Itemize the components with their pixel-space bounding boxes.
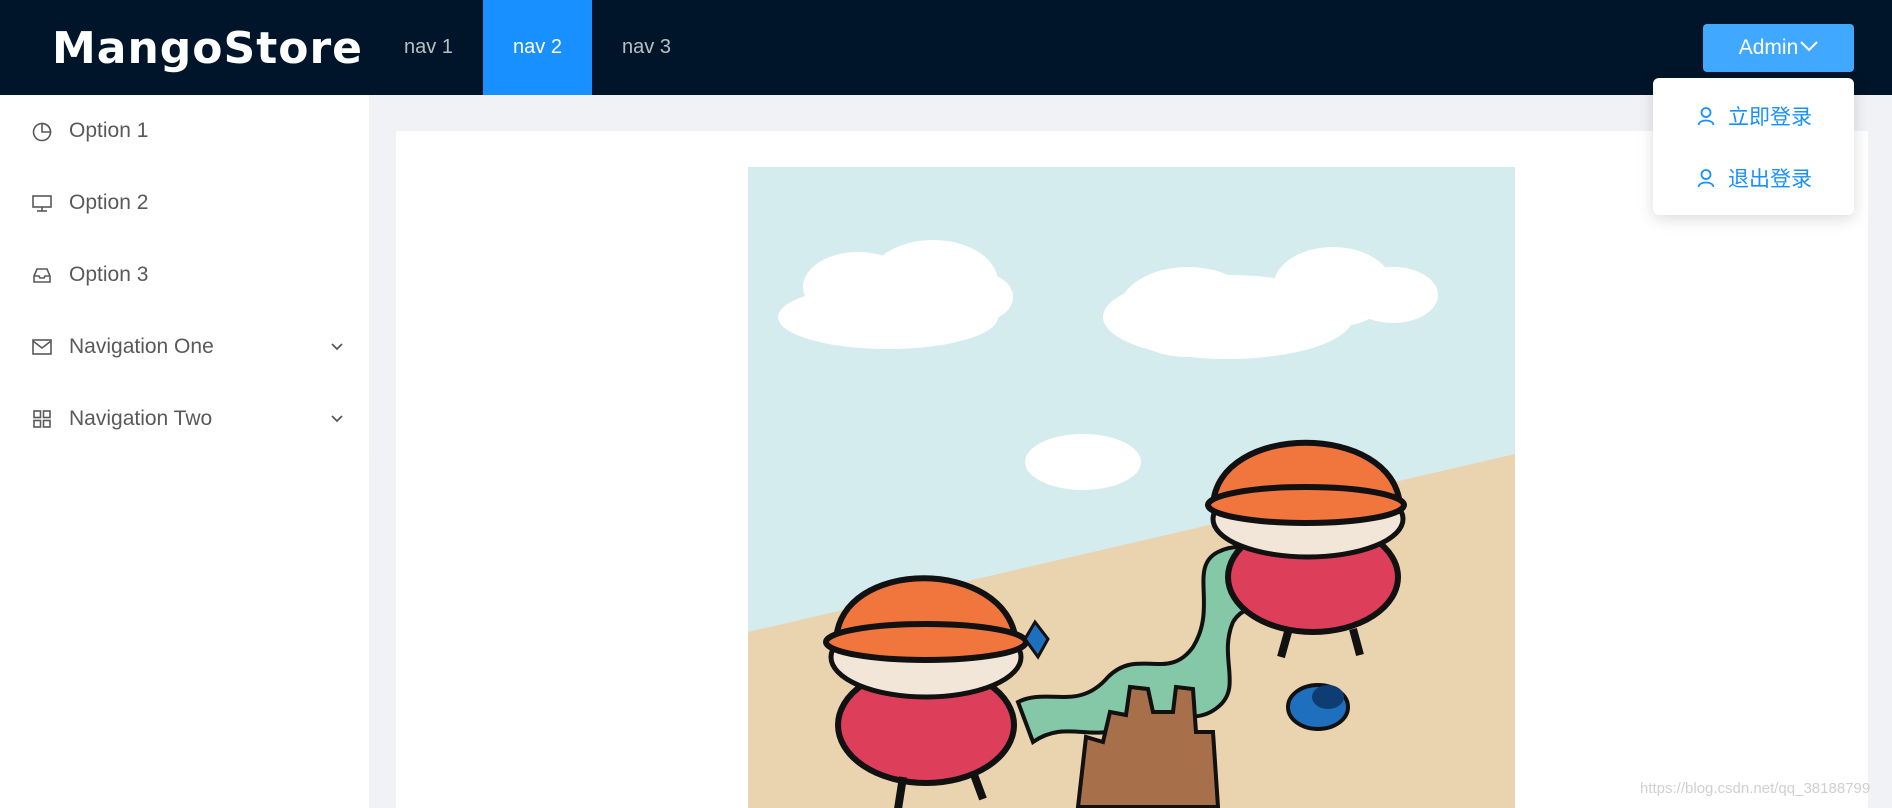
watermark: https://blog.csdn.net/qq_38188799 (1640, 780, 1871, 797)
mail-icon (31, 336, 53, 358)
user-dropdown-menu: 立即登录 退出登录 (1653, 78, 1854, 215)
sidebar: Option 1 Option 2 Option 3 Navigation On… (0, 95, 369, 808)
nav-item-2[interactable]: nav 2 (483, 0, 592, 95)
chevron-down-icon (328, 410, 346, 428)
sidebar-item-label: Option 2 (69, 191, 149, 214)
pie-chart-icon (31, 120, 53, 142)
sidebar-item-label: Option 1 (69, 119, 149, 142)
admin-button[interactable]: Admin (1703, 24, 1854, 72)
inbox-icon (31, 264, 53, 286)
user-icon (1695, 167, 1717, 189)
dropdown-item-label: 退出登录 (1728, 167, 1812, 191)
admin-button-label: Admin (1738, 36, 1799, 59)
dropdown-item-logout[interactable]: 退出登录 (1653, 153, 1854, 203)
dropdown-item-label: 立即登录 (1728, 105, 1812, 129)
user-icon (1695, 105, 1717, 127)
sidebar-item-label: Navigation Two (69, 407, 213, 430)
top-nav: nav 1 nav 2 nav 3 (374, 0, 701, 95)
top-header: MangoStore nav 1 nav 2 nav 3 Admin (0, 0, 1892, 95)
appstore-icon (31, 408, 53, 430)
desktop-icon (31, 192, 53, 214)
sidebar-item-option-1[interactable]: Option 1 (0, 95, 369, 167)
sidebar-item-option-3[interactable]: Option 3 (0, 239, 369, 311)
sidebar-item-label: Option 3 (69, 263, 149, 286)
sidebar-item-navigation-two[interactable]: Navigation Two (0, 383, 369, 455)
beach-illustration-image (748, 167, 1515, 808)
chevron-down-icon (1800, 22, 1818, 70)
sidebar-item-label: Navigation One (69, 335, 214, 358)
logo[interactable]: MangoStore (52, 22, 363, 76)
sidebar-item-navigation-one[interactable]: Navigation One (0, 311, 369, 383)
sidebar-divider (369, 95, 371, 455)
chevron-down-icon (328, 338, 346, 356)
nav-item-1[interactable]: nav 1 (374, 0, 483, 95)
sidebar-item-option-2[interactable]: Option 2 (0, 167, 369, 239)
dropdown-item-login[interactable]: 立即登录 (1653, 91, 1854, 141)
nav-item-3[interactable]: nav 3 (592, 0, 701, 95)
